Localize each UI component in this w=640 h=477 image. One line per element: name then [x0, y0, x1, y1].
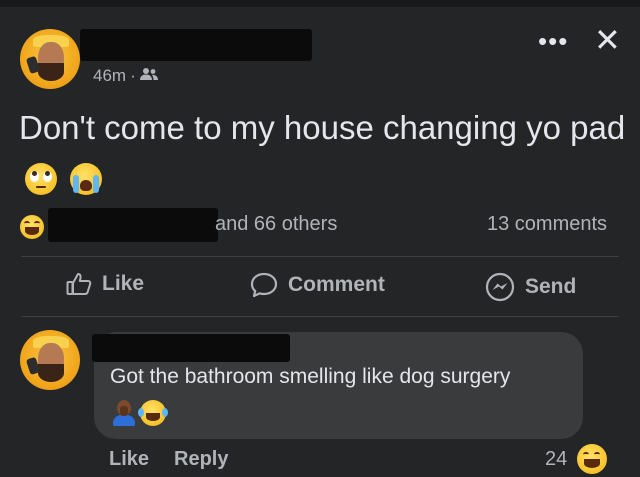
meta-separator: · [130, 66, 136, 85]
like-label: Like [102, 272, 145, 295]
friends-icon [139, 66, 158, 86]
comment-reply-button[interactable]: Reply [174, 448, 228, 471]
comment-icon [250, 272, 278, 298]
divider [21, 256, 619, 257]
more-options-button[interactable]: ••• [538, 28, 568, 54]
send-button[interactable]: Send [485, 272, 576, 302]
post-timestamp[interactable]: 46m [93, 66, 126, 86]
reaction-summary[interactable]: and 66 others [215, 213, 337, 236]
redacted-author-name [80, 29, 312, 61]
comment-label: Comment [288, 273, 385, 296]
comment-reaction-count[interactable]: 24 [545, 448, 567, 471]
laughing-face-icon [20, 215, 44, 239]
face-with-tears-of-joy-icon [138, 400, 168, 426]
post-text-container: Don't come to my house changing yo pad [19, 103, 629, 201]
man-facepalming-icon [112, 400, 136, 426]
comment-text: Got the bathroom smelling like dog surge… [110, 365, 511, 388]
redacted-reactor-name [48, 208, 218, 242]
commenter-avatar[interactable] [20, 330, 80, 390]
messenger-icon [485, 272, 515, 302]
comment-like-button[interactable]: Like [109, 448, 149, 471]
redacted-commenter-name [92, 334, 290, 362]
post-meta: 46m · [93, 66, 158, 86]
post-author-avatar[interactable] [20, 29, 80, 89]
close-button[interactable]: ✕ [594, 24, 621, 56]
laughing-face-icon [575, 442, 609, 476]
divider [21, 316, 619, 317]
post-text: Don't come to my house changing yo pad [19, 109, 626, 146]
like-button[interactable]: Like [66, 272, 144, 296]
loudly-crying-face-icon [70, 163, 103, 196]
comments-count[interactable]: 13 comments [487, 213, 607, 236]
thumbs-up-icon [66, 272, 92, 296]
top-strip [0, 0, 640, 7]
send-label: Send [525, 275, 577, 298]
comment-button[interactable]: Comment [250, 272, 385, 298]
face-with-rolling-eyes-icon [25, 163, 57, 196]
